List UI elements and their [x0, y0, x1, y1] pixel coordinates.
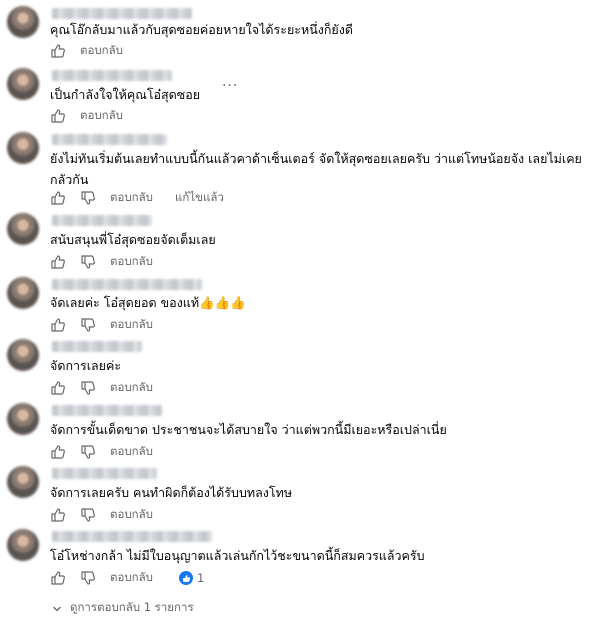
- comment-actions: ตอบกลับ: [50, 107, 145, 125]
- comment-text: ยังไม่ทันเริ่มต้นเลยทำแบบนี้กันแล้วคาด้า…: [50, 151, 582, 187]
- commenter-name[interactable]: [52, 70, 172, 81]
- avatar[interactable]: [7, 68, 39, 100]
- comment-actions: ตอบกลับ: [50, 379, 175, 397]
- comment-actions: ตอบกลับ: [50, 443, 175, 461]
- avatar[interactable]: [7, 466, 39, 498]
- reaction-count: 1: [197, 571, 205, 585]
- reply-button[interactable]: ตอบกลับ: [110, 189, 153, 207]
- view-replies-link[interactable]: ดูการตอบกลับ 1 รายการ: [52, 599, 194, 617]
- dislike-icon[interactable]: [80, 380, 96, 396]
- commenter-name[interactable]: [52, 468, 157, 479]
- avatar[interactable]: [7, 213, 39, 245]
- commenter-name[interactable]: [52, 341, 142, 352]
- like-icon[interactable]: [50, 444, 66, 460]
- comment-text: จัดการเลยค่ะ: [50, 358, 122, 373]
- comment-actions: ตอบกลับ แก้ไขแล้ว: [50, 189, 246, 207]
- dislike-icon[interactable]: [80, 570, 96, 586]
- chevron-down-icon: [52, 603, 62, 613]
- reply-button[interactable]: ตอบกลับ: [80, 42, 123, 60]
- edited-label: แก้ไขแล้ว: [175, 190, 224, 204]
- comment-actions: ตอบกลับ: [50, 253, 175, 271]
- reply-button[interactable]: ตอบกลับ: [110, 569, 153, 587]
- reply-button[interactable]: ตอบกลับ: [110, 443, 153, 461]
- like-icon[interactable]: [50, 108, 66, 124]
- comment-actions: ตอบกลับ: [50, 316, 175, 334]
- like-icon[interactable]: [50, 507, 66, 523]
- like-icon[interactable]: [50, 317, 66, 333]
- reply-button[interactable]: ตอบกลับ: [110, 253, 153, 271]
- more-options-icon[interactable]: ···: [222, 78, 238, 94]
- comment-actions: ตอบกลับ: [50, 506, 175, 524]
- dislike-icon[interactable]: [80, 317, 96, 333]
- commenter-name[interactable]: [52, 215, 152, 226]
- comment-text: สนับสนุนพี่โอ๋สุดซอยจัดเต็มเลย: [50, 232, 216, 247]
- dislike-icon[interactable]: [80, 254, 96, 270]
- commenter-name[interactable]: [52, 279, 202, 290]
- avatar[interactable]: [7, 277, 39, 309]
- thumbs-up-emoji: 👍👍👍: [199, 295, 246, 310]
- commenter-name[interactable]: [52, 8, 192, 19]
- like-icon[interactable]: [50, 43, 66, 59]
- commenter-name[interactable]: [52, 405, 162, 416]
- dislike-icon[interactable]: [80, 190, 96, 206]
- avatar[interactable]: [7, 6, 39, 38]
- commenter-name[interactable]: [52, 134, 167, 145]
- comment-actions: ตอบกลับ: [50, 42, 145, 60]
- comment-text: คุณโอ๊กลับมาแล้วกับสุดซอยค่อยหายใจได้ระย…: [50, 22, 353, 37]
- comment-text: จัดการขั้นเด็ดขาด ประชาชนจะได้สบายใจ ว่า…: [50, 422, 447, 437]
- like-reaction-icon: [179, 571, 193, 585]
- like-icon[interactable]: [50, 570, 66, 586]
- reply-button[interactable]: ตอบกลับ: [110, 316, 153, 334]
- comment-text: โอ๋โหช่างกล้า ไม่มีใบอนุญาตแล้วเล่นกักไว…: [50, 548, 425, 563]
- dislike-icon[interactable]: [80, 507, 96, 523]
- comment-actions: ตอบกลับ 1: [50, 569, 204, 587]
- comment-text: เป็นกำลังใจให้คุณโอ๋สุดซอย: [50, 87, 201, 102]
- commenter-name[interactable]: [52, 531, 212, 542]
- dislike-icon[interactable]: [80, 444, 96, 460]
- avatar[interactable]: [7, 132, 39, 164]
- avatar[interactable]: [7, 529, 39, 561]
- comment-text: จัดเลยค่ะ โอ๋สุดยอด ของแท้👍👍👍: [50, 295, 246, 310]
- comment-text: จัดการเลยครับ คนทำผิดก็ต้องได้รับบทลงโทษ: [50, 485, 293, 500]
- reply-button[interactable]: ตอบกลับ: [110, 506, 153, 524]
- avatar[interactable]: [7, 403, 39, 435]
- like-icon[interactable]: [50, 380, 66, 396]
- reply-button[interactable]: ตอบกลับ: [110, 379, 153, 397]
- reply-button[interactable]: ตอบกลับ: [80, 107, 123, 125]
- like-icon[interactable]: [50, 190, 66, 206]
- reaction-summary[interactable]: 1: [179, 571, 204, 585]
- avatar[interactable]: [7, 339, 39, 371]
- view-replies-label: ดูการตอบกลับ 1 รายการ: [70, 600, 194, 614]
- like-icon[interactable]: [50, 254, 66, 270]
